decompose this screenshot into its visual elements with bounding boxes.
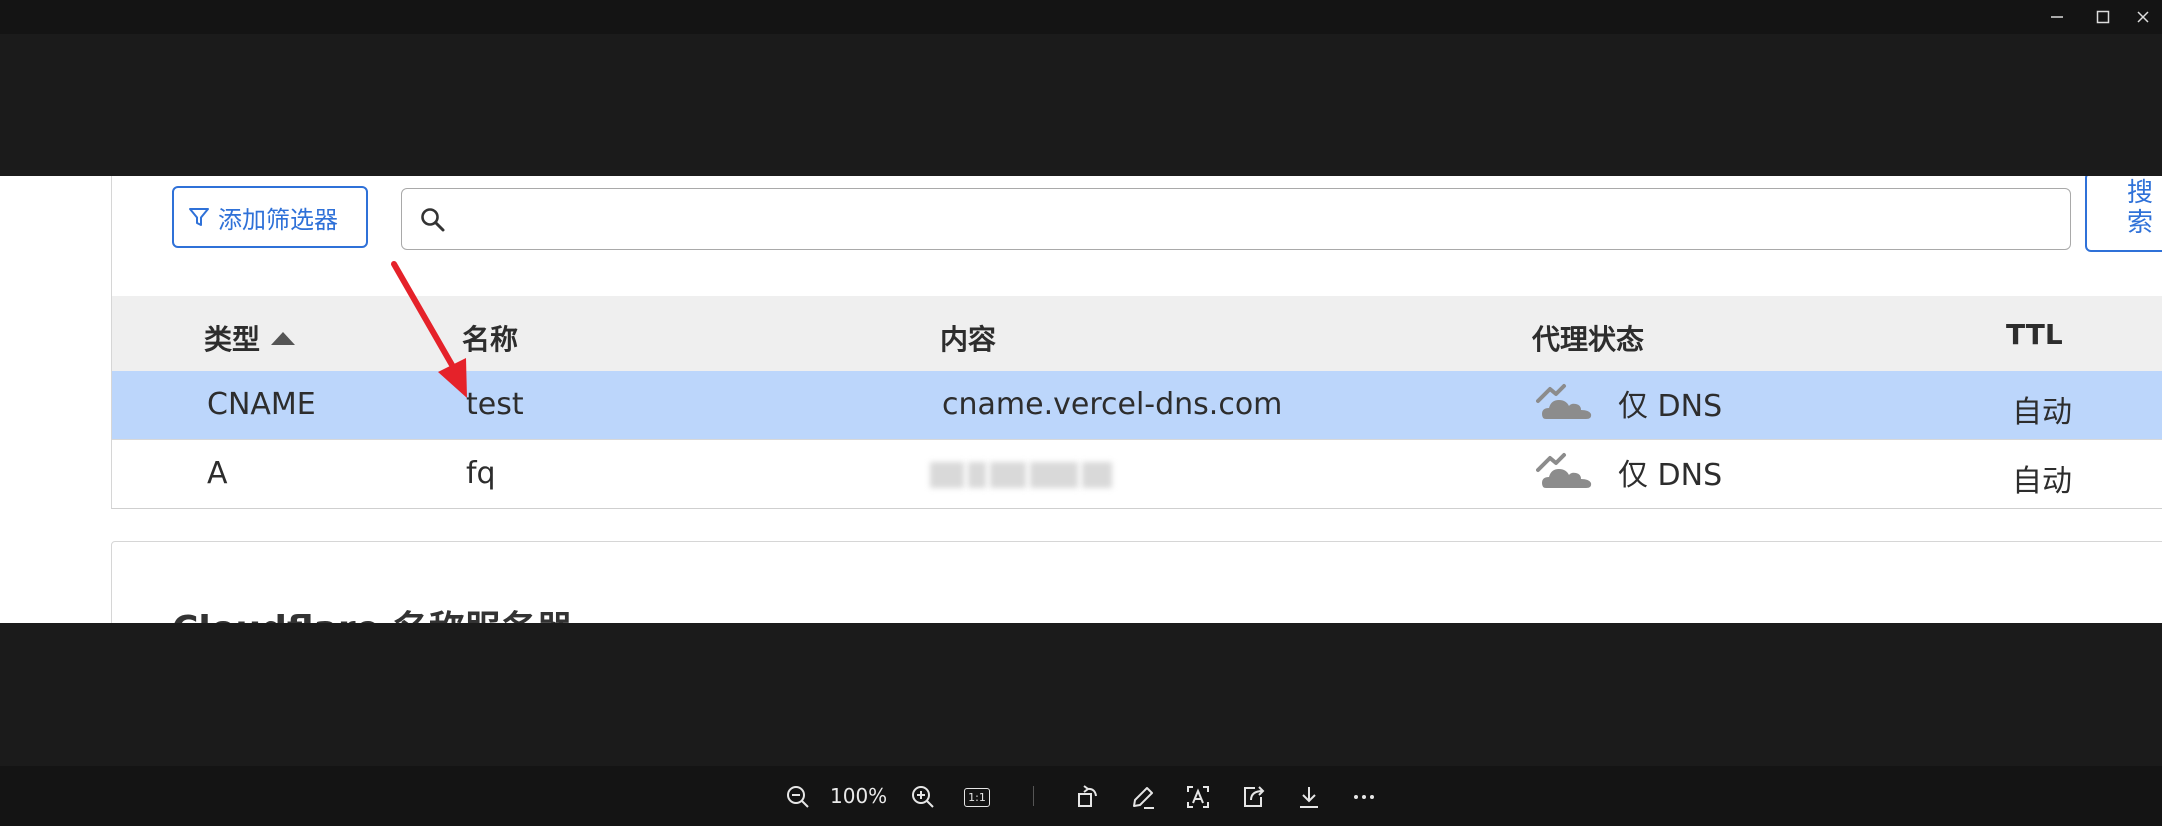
cloud-dns-only-icon [1536, 453, 1592, 488]
proxy-status-label: 仅 DNS [1618, 389, 1723, 424]
zoom-in-button[interactable] [909, 784, 937, 810]
filter-icon [189, 208, 209, 226]
record-ttl: 自动 [2012, 395, 2072, 430]
column-header-type[interactable]: 类型 [204, 318, 296, 358]
search-field[interactable] [401, 188, 2071, 250]
rotate-icon [1078, 785, 1097, 807]
cloud-dns-only-icon [1536, 384, 1592, 419]
text-recognition-button[interactable] [1184, 784, 1212, 810]
image-canvas: 添加筛选器 搜索 类型 名称 内容 代理状态 TTL CNAME test cn… [0, 176, 2162, 623]
toolbar-divider [1033, 786, 1034, 806]
table-row[interactable]: A fq 仅 DNS 自动 [112, 439, 2162, 508]
viewer-toolbar: 100% 1:1 [0, 766, 2162, 826]
share-button[interactable] [1240, 784, 1268, 810]
nameservers-card: Cloudflare 名称服务器 [111, 541, 2162, 623]
search-button-label: 搜索 [2127, 178, 2154, 238]
record-content: cname.vercel-dns.com [942, 387, 1283, 422]
search-button[interactable]: 搜索 [2085, 176, 2162, 252]
window-title-bar [0, 0, 2162, 34]
record-name: fq [466, 456, 496, 491]
zoom-level: 100% [830, 784, 888, 808]
more-icon [1354, 795, 1374, 799]
column-header-proxy-status[interactable]: 代理状态 [1532, 318, 1644, 358]
maximize-button[interactable] [2086, 4, 2120, 30]
close-icon [2137, 11, 2149, 23]
record-type: A [207, 456, 228, 491]
table-row[interactable]: CNAME test cname.vercel-dns.com 仅 DNS 自动 [112, 371, 2162, 439]
column-header-name[interactable]: 名称 [462, 318, 518, 358]
text-recognition-icon [1187, 786, 1209, 808]
more-button[interactable] [1350, 784, 1378, 810]
zoom-in-icon [912, 786, 934, 808]
proxy-status-label: 仅 DNS [1618, 458, 1723, 493]
actual-size-icon: 1:1 [964, 787, 990, 807]
column-header-type-label: 类型 [204, 323, 261, 356]
edit-icon [1133, 787, 1154, 809]
rotate-button[interactable] [1074, 784, 1102, 810]
search-input[interactable] [458, 199, 2052, 241]
share-icon [1244, 786, 1265, 807]
download-icon [1300, 787, 1318, 808]
close-button[interactable] [2126, 4, 2160, 30]
redacted-content [930, 462, 1112, 488]
proxy-status: 仅 DNS [1536, 450, 1722, 494]
record-ttl: 自动 [2012, 464, 2072, 499]
proxy-status: 仅 DNS [1536, 381, 1722, 425]
search-icon [421, 208, 445, 232]
column-header-ttl[interactable]: TTL [2006, 318, 2063, 351]
edit-button[interactable] [1129, 784, 1157, 810]
actual-size-button[interactable]: 1:1 [962, 784, 992, 810]
maximize-icon [2096, 10, 2110, 24]
add-filter-button[interactable]: 添加筛选器 [172, 186, 368, 248]
add-filter-label: 添加筛选器 [218, 205, 338, 234]
record-name: test [466, 387, 524, 422]
zoom-out-icon [787, 786, 809, 808]
nameservers-title: Cloudflare 名称服务器 [172, 600, 573, 623]
column-header-content[interactable]: 内容 [940, 318, 996, 358]
zoom-out-button[interactable] [784, 784, 812, 810]
download-button[interactable] [1295, 784, 1323, 810]
record-type: CNAME [207, 387, 316, 422]
table-header: 类型 名称 内容 代理状态 TTL [112, 296, 2162, 371]
sort-up-icon [271, 332, 296, 345]
minimize-icon [2051, 16, 2063, 18]
minimize-button[interactable] [2040, 4, 2074, 30]
